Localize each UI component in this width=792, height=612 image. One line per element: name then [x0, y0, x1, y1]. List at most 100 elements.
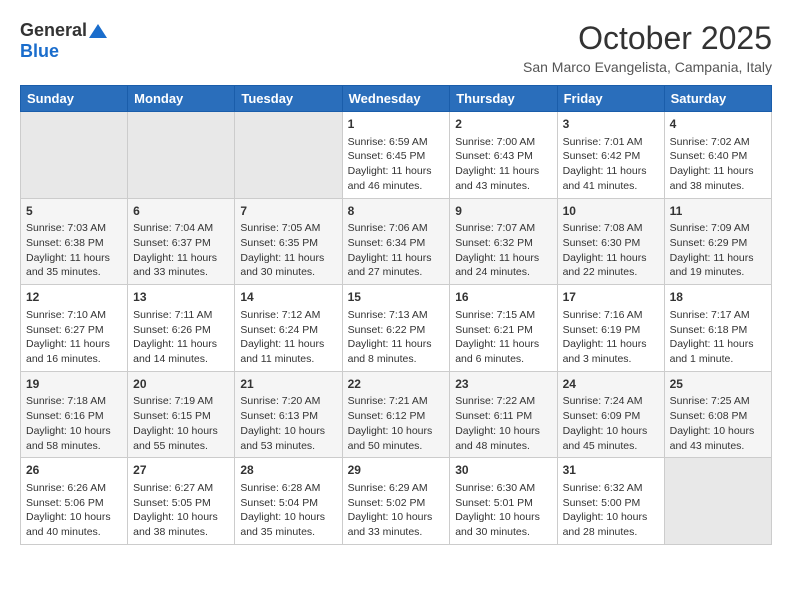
day-content: Daylight: 11 hours — [455, 251, 551, 266]
day-content: and 3 minutes. — [563, 352, 659, 367]
day-content: Sunset: 6:40 PM — [670, 149, 766, 164]
day-content: and 27 minutes. — [348, 265, 445, 280]
day-content: Sunset: 6:27 PM — [26, 323, 122, 338]
calendar-cell: 25Sunrise: 7:25 AMSunset: 6:08 PMDayligh… — [664, 371, 771, 458]
day-content: Sunrise: 6:26 AM — [26, 481, 122, 496]
day-content: Sunset: 6:43 PM — [455, 149, 551, 164]
calendar-cell: 23Sunrise: 7:22 AMSunset: 6:11 PMDayligh… — [450, 371, 557, 458]
calendar-cell — [664, 458, 771, 545]
day-content: Daylight: 11 hours — [348, 164, 445, 179]
day-content: and 8 minutes. — [348, 352, 445, 367]
page-header: General Blue October 2025 San Marco Evan… — [20, 20, 772, 75]
day-content: Sunrise: 6:28 AM — [240, 481, 336, 496]
day-content: Daylight: 10 hours — [670, 424, 766, 439]
day-content: and 35 minutes. — [240, 525, 336, 540]
calendar-cell: 22Sunrise: 7:21 AMSunset: 6:12 PMDayligh… — [342, 371, 450, 458]
day-content: and 53 minutes. — [240, 439, 336, 454]
calendar-cell: 24Sunrise: 7:24 AMSunset: 6:09 PMDayligh… — [557, 371, 664, 458]
header-wednesday: Wednesday — [342, 86, 450, 112]
day-content: and 30 minutes. — [240, 265, 336, 280]
calendar-cell: 9Sunrise: 7:07 AMSunset: 6:32 PMDaylight… — [450, 198, 557, 285]
day-content: Daylight: 10 hours — [563, 424, 659, 439]
day-number: 9 — [455, 203, 551, 220]
day-number: 26 — [26, 462, 122, 479]
day-content: Sunset: 6:35 PM — [240, 236, 336, 251]
calendar-cell: 1Sunrise: 6:59 AMSunset: 6:45 PMDaylight… — [342, 112, 450, 199]
calendar-cell: 27Sunrise: 6:27 AMSunset: 5:05 PMDayligh… — [128, 458, 235, 545]
calendar-cell: 10Sunrise: 7:08 AMSunset: 6:30 PMDayligh… — [557, 198, 664, 285]
day-number: 7 — [240, 203, 336, 220]
day-content: Sunset: 5:02 PM — [348, 496, 445, 511]
day-content: Sunset: 6:18 PM — [670, 323, 766, 338]
day-content: Sunrise: 7:08 AM — [563, 221, 659, 236]
calendar-cell: 16Sunrise: 7:15 AMSunset: 6:21 PMDayligh… — [450, 285, 557, 372]
day-content: Sunrise: 7:00 AM — [455, 135, 551, 150]
day-content: and 30 minutes. — [455, 525, 551, 540]
day-content: Daylight: 11 hours — [670, 164, 766, 179]
day-content: Sunset: 6:38 PM — [26, 236, 122, 251]
day-content: and 28 minutes. — [563, 525, 659, 540]
calendar-cell: 6Sunrise: 7:04 AMSunset: 6:37 PMDaylight… — [128, 198, 235, 285]
day-content: Sunrise: 7:11 AM — [133, 308, 229, 323]
calendar-cell: 19Sunrise: 7:18 AMSunset: 6:16 PMDayligh… — [21, 371, 128, 458]
day-content: and 16 minutes. — [26, 352, 122, 367]
day-content: and 19 minutes. — [670, 265, 766, 280]
day-content: Sunrise: 7:04 AM — [133, 221, 229, 236]
day-content: Sunrise: 7:07 AM — [455, 221, 551, 236]
day-content: Sunrise: 7:10 AM — [26, 308, 122, 323]
day-content: and 40 minutes. — [26, 525, 122, 540]
header-tuesday: Tuesday — [235, 86, 342, 112]
calendar-cell: 13Sunrise: 7:11 AMSunset: 6:26 PMDayligh… — [128, 285, 235, 372]
day-content: and 58 minutes. — [26, 439, 122, 454]
calendar-cell: 26Sunrise: 6:26 AMSunset: 5:06 PMDayligh… — [21, 458, 128, 545]
day-number: 4 — [670, 116, 766, 133]
day-number: 14 — [240, 289, 336, 306]
day-content: Sunrise: 7:13 AM — [348, 308, 445, 323]
day-number: 16 — [455, 289, 551, 306]
day-content: Sunset: 6:24 PM — [240, 323, 336, 338]
day-content: Sunset: 6:09 PM — [563, 409, 659, 424]
day-content: Sunrise: 7:12 AM — [240, 308, 336, 323]
header-thursday: Thursday — [450, 86, 557, 112]
calendar-week-1: 1Sunrise: 6:59 AMSunset: 6:45 PMDaylight… — [21, 112, 772, 199]
day-content: Daylight: 10 hours — [348, 510, 445, 525]
day-content: Daylight: 10 hours — [133, 510, 229, 525]
day-number: 3 — [563, 116, 659, 133]
day-content: Sunrise: 7:15 AM — [455, 308, 551, 323]
day-number: 12 — [26, 289, 122, 306]
day-content: Daylight: 11 hours — [133, 251, 229, 266]
day-content: Sunrise: 7:02 AM — [670, 135, 766, 150]
day-content: Sunset: 6:16 PM — [26, 409, 122, 424]
calendar-cell: 12 Sunrise: 7:10 AMSunset: 6:27 PMDayligh… — [21, 285, 128, 372]
day-content: Daylight: 11 hours — [26, 251, 122, 266]
calendar-cell: 15Sunrise: 7:13 AMSunset: 6:22 PMDayligh… — [342, 285, 450, 372]
day-content: and 43 minutes. — [455, 179, 551, 194]
day-content: Daylight: 10 hours — [348, 424, 445, 439]
day-content: and 45 minutes. — [563, 439, 659, 454]
calendar-cell: 28Sunrise: 6:28 AMSunset: 5:04 PMDayligh… — [235, 458, 342, 545]
day-number: 27 — [133, 462, 229, 479]
day-content: Sunset: 5:05 PM — [133, 496, 229, 511]
location: San Marco Evangelista, Campania, Italy — [523, 59, 772, 75]
day-number: 28 — [240, 462, 336, 479]
day-content: Daylight: 10 hours — [240, 424, 336, 439]
day-content: and 38 minutes. — [670, 179, 766, 194]
calendar-cell: 11Sunrise: 7:09 AMSunset: 6:29 PMDayligh… — [664, 198, 771, 285]
calendar-week-4: 19Sunrise: 7:18 AMSunset: 6:16 PMDayligh… — [21, 371, 772, 458]
day-content: Sunrise: 7:22 AM — [455, 394, 551, 409]
day-content: Daylight: 11 hours — [26, 337, 122, 352]
day-content: Sunrise: 7:21 AM — [348, 394, 445, 409]
day-content: Sunset: 5:06 PM — [26, 496, 122, 511]
day-content: Sunset: 6:26 PM — [133, 323, 229, 338]
day-number: 30 — [455, 462, 551, 479]
header-friday: Friday — [557, 86, 664, 112]
day-content: and 22 minutes. — [563, 265, 659, 280]
day-content: Sunrise: 7:18 AM — [26, 394, 122, 409]
day-number: 24 — [563, 376, 659, 393]
logo: General Blue — [20, 20, 107, 62]
day-content: Daylight: 10 hours — [455, 424, 551, 439]
day-number: 22 — [348, 376, 445, 393]
day-content: Sunrise: 7:09 AM — [670, 221, 766, 236]
day-content: Sunrise: 7:24 AM — [563, 394, 659, 409]
calendar-cell: 20Sunrise: 7:19 AMSunset: 6:15 PMDayligh… — [128, 371, 235, 458]
